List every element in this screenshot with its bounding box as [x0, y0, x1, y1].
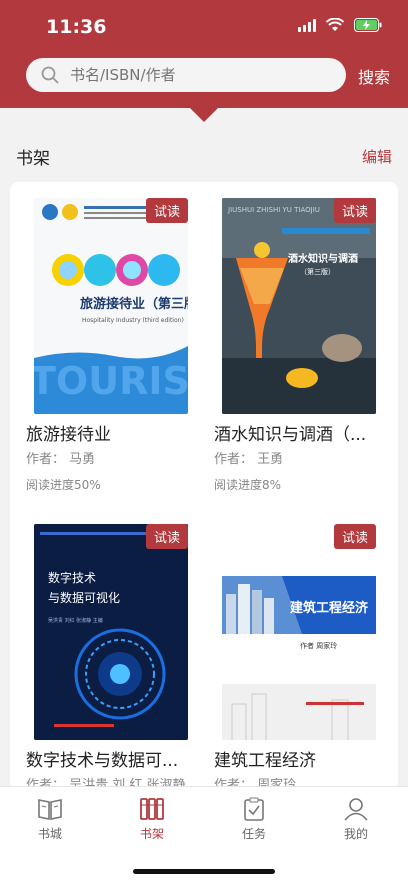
cover-bg-text: JIUSHUI ZHISHI YU TIAOJIU — [227, 206, 320, 214]
book-item[interactable]: 旅游接待业（第三版） Hospitality Industry (third e… — [26, 198, 202, 498]
cover-title-text: 数字技术 — [48, 570, 96, 585]
reading-progress: 阅读进度8% — [214, 478, 282, 492]
shelf-header: 书架 编辑 — [16, 144, 392, 169]
tab-label: 书架 — [139, 827, 164, 841]
tab-label: 书城 — [37, 827, 62, 841]
book-cover[interactable]: JIUSHUI ZHISHI YU TIAOJIU 酒水知识与调酒 （第三版） … — [222, 198, 376, 414]
bookshelf-grid: 旅游接待业（第三版） Hospitality Industry (third e… — [10, 182, 398, 812]
book-open-icon — [38, 799, 62, 820]
reading-progress: 阅读进度50% — [26, 478, 101, 492]
cover-title-text: 旅游接待业（第三版） — [80, 296, 188, 312]
edit-button[interactable]: 编辑 — [362, 146, 392, 167]
book-cover[interactable]: 建筑工程经济 作者 周家玲 试读 — [222, 524, 376, 740]
cover-bg-text: TOURISM — [34, 359, 188, 403]
wifi-icon — [326, 18, 344, 32]
book-title: 旅游接待业 — [26, 425, 111, 445]
cover-subtitle-text: 吴洪贵 刘红 张淑静 主编 — [48, 617, 103, 624]
book-author: 作者： 马勇 — [26, 452, 96, 467]
book-cover[interactable]: 旅游接待业（第三版） Hospitality Industry (third e… — [34, 198, 188, 414]
tab-tasks[interactable]: 任务 — [224, 797, 284, 842]
book-item[interactable]: JIUSHUI ZHISHI YU TIAOJIU 酒水知识与调酒 （第三版） … — [214, 198, 390, 498]
trial-badge: 试读 — [145, 198, 188, 223]
tab-label: 我的 — [343, 827, 368, 841]
search-input[interactable] — [68, 65, 332, 85]
book-item[interactable]: 数字技术 与数据可视化 吴洪贵 刘红 张淑静 主编 试读 数字技术与数据可...… — [26, 524, 202, 824]
book-title: 数字技术与数据可... — [26, 751, 179, 771]
cover-subtitle-text: 作者 周家玲 — [300, 641, 337, 650]
status-bar: 11:36 — [0, 0, 408, 54]
bottom-tab-bar: 书城 书架 任务 我的 — [0, 786, 408, 884]
cover-title-text: 与数据可视化 — [48, 590, 120, 605]
cover-subtitle-text: Hospitality Industry (third edition) — [82, 317, 184, 324]
trial-badge: 试读 — [333, 198, 376, 223]
tab-profile[interactable]: 我的 — [326, 797, 386, 842]
status-time: 11:36 — [46, 16, 107, 38]
trial-badge: 试读 — [145, 524, 188, 549]
book-title: 酒水知识与调酒（... — [214, 425, 367, 445]
tab-bookstore[interactable]: 书城 — [20, 797, 80, 842]
trial-badge: 试读 — [333, 524, 376, 549]
user-icon — [344, 798, 368, 821]
clipboard-check-icon — [244, 797, 264, 821]
search-icon — [41, 66, 59, 84]
cover-subtitle-text: （第三版） — [300, 267, 335, 276]
search-bar[interactable] — [26, 58, 346, 92]
cover-title-text: 建筑工程经济 — [290, 600, 369, 616]
book-item[interactable]: 建筑工程经济 作者 周家玲 试读 建筑工程经济 作者： 周家玲 — [214, 524, 390, 824]
battery-charging-icon — [354, 18, 382, 32]
book-author: 作者： 王勇 — [214, 452, 284, 467]
bookshelf-icon — [140, 798, 164, 820]
cover-title-text: 酒水知识与调酒 — [288, 252, 358, 265]
book-title: 建筑工程经济 — [214, 751, 316, 771]
book-cover[interactable]: 数字技术 与数据可视化 吴洪贵 刘红 张淑静 主编 试读 — [34, 524, 188, 740]
shelf-title: 书架 — [16, 149, 50, 169]
cellular-signal-icon — [298, 18, 316, 32]
tab-label: 任务 — [241, 827, 266, 841]
search-button[interactable]: 搜索 — [358, 64, 390, 88]
tab-bookshelf[interactable]: 书架 — [122, 797, 182, 842]
home-indicator — [133, 869, 275, 874]
